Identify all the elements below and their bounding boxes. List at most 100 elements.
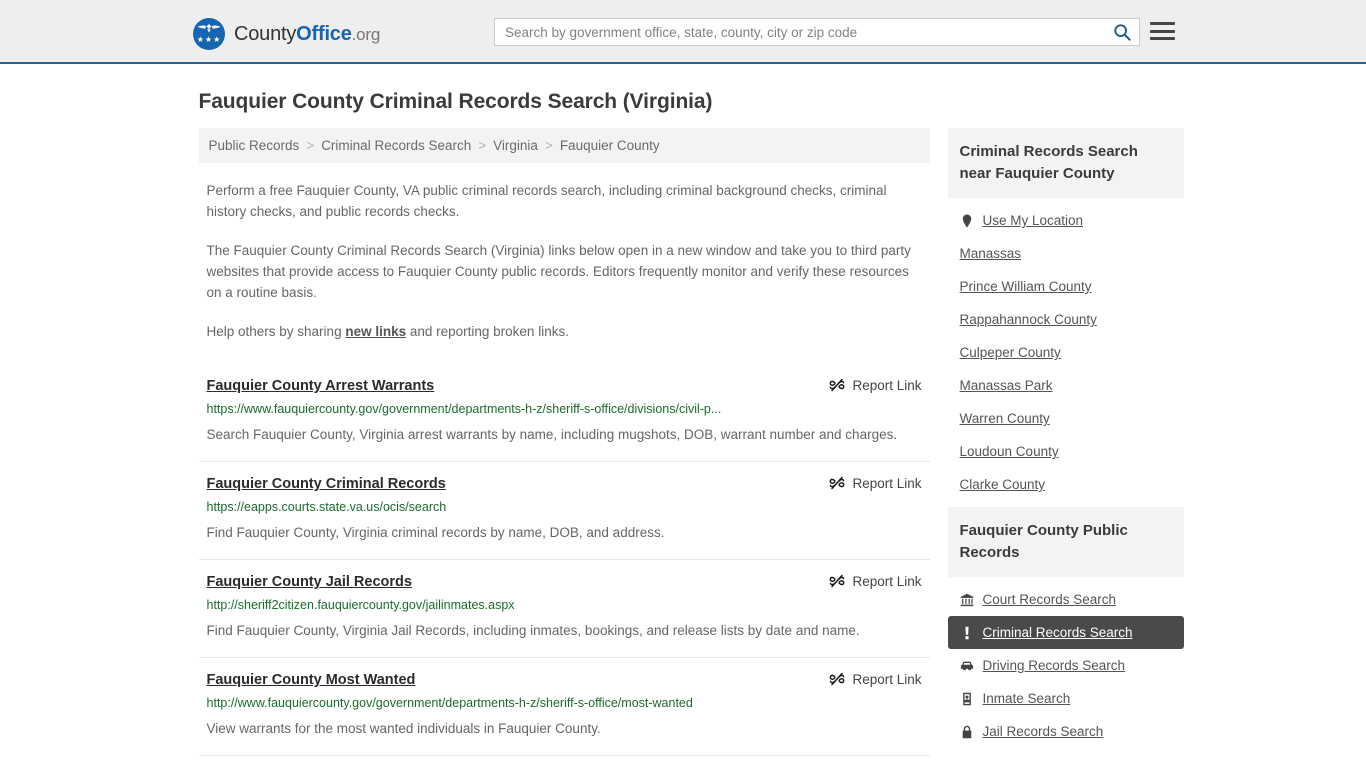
id-card-icon	[963, 692, 971, 705]
sidebar-item-court-records-search[interactable]: Court Records Search	[948, 583, 1184, 616]
emblem-stars: ★★★	[196, 35, 222, 44]
result-description: Find Fauquier County, Virginia Jail Reco…	[206, 623, 860, 638]
result-url: https://www.fauquiercounty.gov/governmen…	[206, 402, 722, 416]
sidebar-item-manassas[interactable]: Manassas	[948, 237, 1184, 270]
report-link-button[interactable]: Report Link	[815, 377, 922, 393]
report-link-label: Report Link	[852, 671, 922, 687]
sidebar-item-label: Use My Location	[982, 213, 1084, 228]
search-input[interactable]	[495, 19, 1105, 45]
report-link-button[interactable]: Report Link	[815, 671, 922, 687]
sidebar-item-label: Driving Records Search	[982, 658, 1126, 673]
sidebar-item-manassas-park[interactable]: Manassas Park	[948, 369, 1184, 402]
sidebar-item-jail-records-search[interactable]: Jail Records Search	[948, 715, 1184, 748]
main-column: Public Records > Criminal Records Search > V…	[198, 128, 930, 768]
result-title-link[interactable]: Fauquier County Criminal Records	[207, 475, 446, 493]
sidebar-item-label: Court Records Search	[982, 592, 1117, 607]
sidebar-item-inmate-search[interactable]: Inmate Search	[948, 682, 1184, 715]
public-records-title: Fauquier County Public Records	[947, 507, 1184, 577]
logo-text-county: County	[234, 22, 297, 45]
sidebar-item-rappahannock-county[interactable]: Rappahannock County	[948, 303, 1184, 336]
sidebar-item-label: Jail Records Search	[982, 724, 1104, 739]
result-header: Fauquier County Jail Records Report Link	[207, 573, 922, 591]
hamburger-menu-icon[interactable]	[1150, 20, 1175, 42]
result-description: Find Fauquier County, Virginia criminal …	[206, 525, 665, 540]
new-links-link[interactable]: new links	[345, 324, 406, 339]
report-link-label: Report Link	[852, 573, 922, 589]
content-container: Public Records > Criminal Records Search > V…	[191, 128, 1184, 768]
report-link-button[interactable]: Report Link	[815, 573, 922, 589]
search-button[interactable]	[1105, 19, 1139, 45]
result-item: Fauquier County Most Wanted Report Link ht…	[198, 657, 930, 755]
eagle-wings-icon	[197, 24, 221, 33]
menu-bar-1	[1150, 22, 1175, 25]
result-url: http://www.fauquiercounty.gov/government…	[206, 696, 693, 710]
nearby-search-box: Criminal Records Search near Fauquier Co…	[947, 128, 1184, 501]
search-icon	[1114, 24, 1131, 41]
sidebar-item-warren-county[interactable]: Warren County	[948, 402, 1184, 435]
result-description: Search Fauquier County, Virginia arrest …	[206, 427, 898, 442]
lock-icon	[960, 724, 975, 739]
sidebar-item-use-my-location[interactable]: Use My Location	[948, 204, 1184, 237]
breadcrumb-item-2[interactable]: Criminal Records Search	[321, 138, 471, 153]
result-title-link[interactable]: Fauquier County Jail Records	[207, 573, 412, 591]
nearby-search-list: Use My Location Manassas Prince William Co…	[948, 198, 1184, 501]
site-header: ★★★ CountyOffice.org	[0, 0, 1366, 64]
result-header: Fauquier County Arrest Warrants Report Li…	[207, 377, 922, 395]
nearby-search-title: Criminal Records Search near Fauquier Co…	[947, 128, 1184, 198]
result-title-link[interactable]: Fauquier County Most Wanted	[207, 671, 416, 689]
broken-link-icon	[830, 672, 845, 686]
breadcrumb-item-4[interactable]: Fauquier County	[560, 138, 660, 153]
intro-p3-after: and reporting broken links.	[406, 324, 569, 339]
breadcrumb-item-1[interactable]: Public Records	[209, 138, 300, 153]
public-records-list: Court Records Search Criminal Records Sea…	[947, 577, 1184, 748]
result-description: View warrants for the most wanted indivi…	[206, 721, 601, 736]
report-link-button[interactable]: Report Link	[815, 475, 922, 491]
breadcrumb-separator: >	[544, 138, 553, 153]
sidebar-item-label: Inmate Search	[982, 691, 1071, 706]
exclamation-icon	[960, 625, 975, 640]
sidebar-item-clarke-county[interactable]: Clarke County	[948, 468, 1184, 501]
broken-link-icon	[830, 574, 845, 588]
sidebar-item-criminal-records-search[interactable]: Criminal Records Search	[947, 616, 1184, 649]
courthouse-icon	[960, 593, 974, 606]
broken-link-icon	[830, 378, 845, 392]
site-logo[interactable]: ★★★ CountyOffice.org	[193, 18, 380, 50]
report-link-label: Report Link	[852, 377, 922, 393]
search-bar[interactable]	[494, 18, 1140, 46]
result-item: Fauquier County Jail Records Report Link h…	[198, 559, 930, 657]
broken-link-icon	[830, 476, 845, 490]
result-header: Fauquier County Most Wanted Report Link	[207, 671, 922, 689]
sidebar-item-driving-records-search[interactable]: Driving Records Search	[948, 649, 1184, 682]
sidebar-item-culpeper-county[interactable]: Culpeper County	[948, 336, 1184, 369]
sidebar-item-label: Loudoun County	[959, 444, 1059, 459]
sidebar-item-label: Prince William County	[959, 279, 1092, 294]
intro-p3-before: Help others by sharing	[206, 324, 346, 339]
result-title-link[interactable]: Fauquier County Arrest Warrants	[207, 377, 435, 395]
result-url: http://sheriff2citizen.fauquiercounty.go…	[206, 598, 515, 612]
results-list: Fauquier County Arrest Warrants Report Li…	[198, 364, 930, 768]
breadcrumb-item-3[interactable]: Virginia	[493, 138, 538, 153]
sidebar-item-label: Rappahannock County	[959, 312, 1097, 327]
intro-paragraph-2: The Fauquier County Criminal Records Sea…	[206, 243, 911, 300]
logo-wordmark: CountyOffice.org	[234, 23, 380, 46]
sidebar: Criminal Records Search near Fauquier Co…	[947, 128, 1184, 768]
car-icon	[960, 661, 974, 670]
public-records-box: Fauquier County Public Records Court Rec…	[947, 507, 1184, 748]
map-pin-icon	[962, 214, 972, 227]
result-item: Fauquier County Sheriff's Office Inmate …	[198, 755, 930, 768]
intro-paragraph-3: Help others by sharing new links and rep…	[207, 321, 922, 342]
sidebar-item-label: Criminal Records Search	[982, 625, 1133, 640]
menu-bar-3	[1150, 37, 1175, 40]
sidebar-item-loudoun-county[interactable]: Loudoun County	[948, 435, 1184, 468]
sidebar-item-label: Culpeper County	[959, 345, 1061, 360]
result-item: Fauquier County Arrest Warrants Report Li…	[199, 364, 930, 461]
id-card-icon	[960, 691, 975, 706]
intro-text: Perform a free Fauquier County, VA publi…	[199, 180, 930, 342]
sidebar-item-label: Manassas	[959, 246, 1022, 261]
countyoffice-emblem-icon: ★★★	[193, 18, 225, 50]
result-item: Fauquier County Criminal Records Report L…	[198, 461, 930, 559]
menu-bar-2	[1150, 29, 1175, 33]
result-header: Fauquier County Criminal Records Report L…	[207, 475, 922, 493]
logo-text-office: Office	[296, 22, 352, 45]
sidebar-item-prince-william-county[interactable]: Prince William County	[948, 270, 1184, 303]
